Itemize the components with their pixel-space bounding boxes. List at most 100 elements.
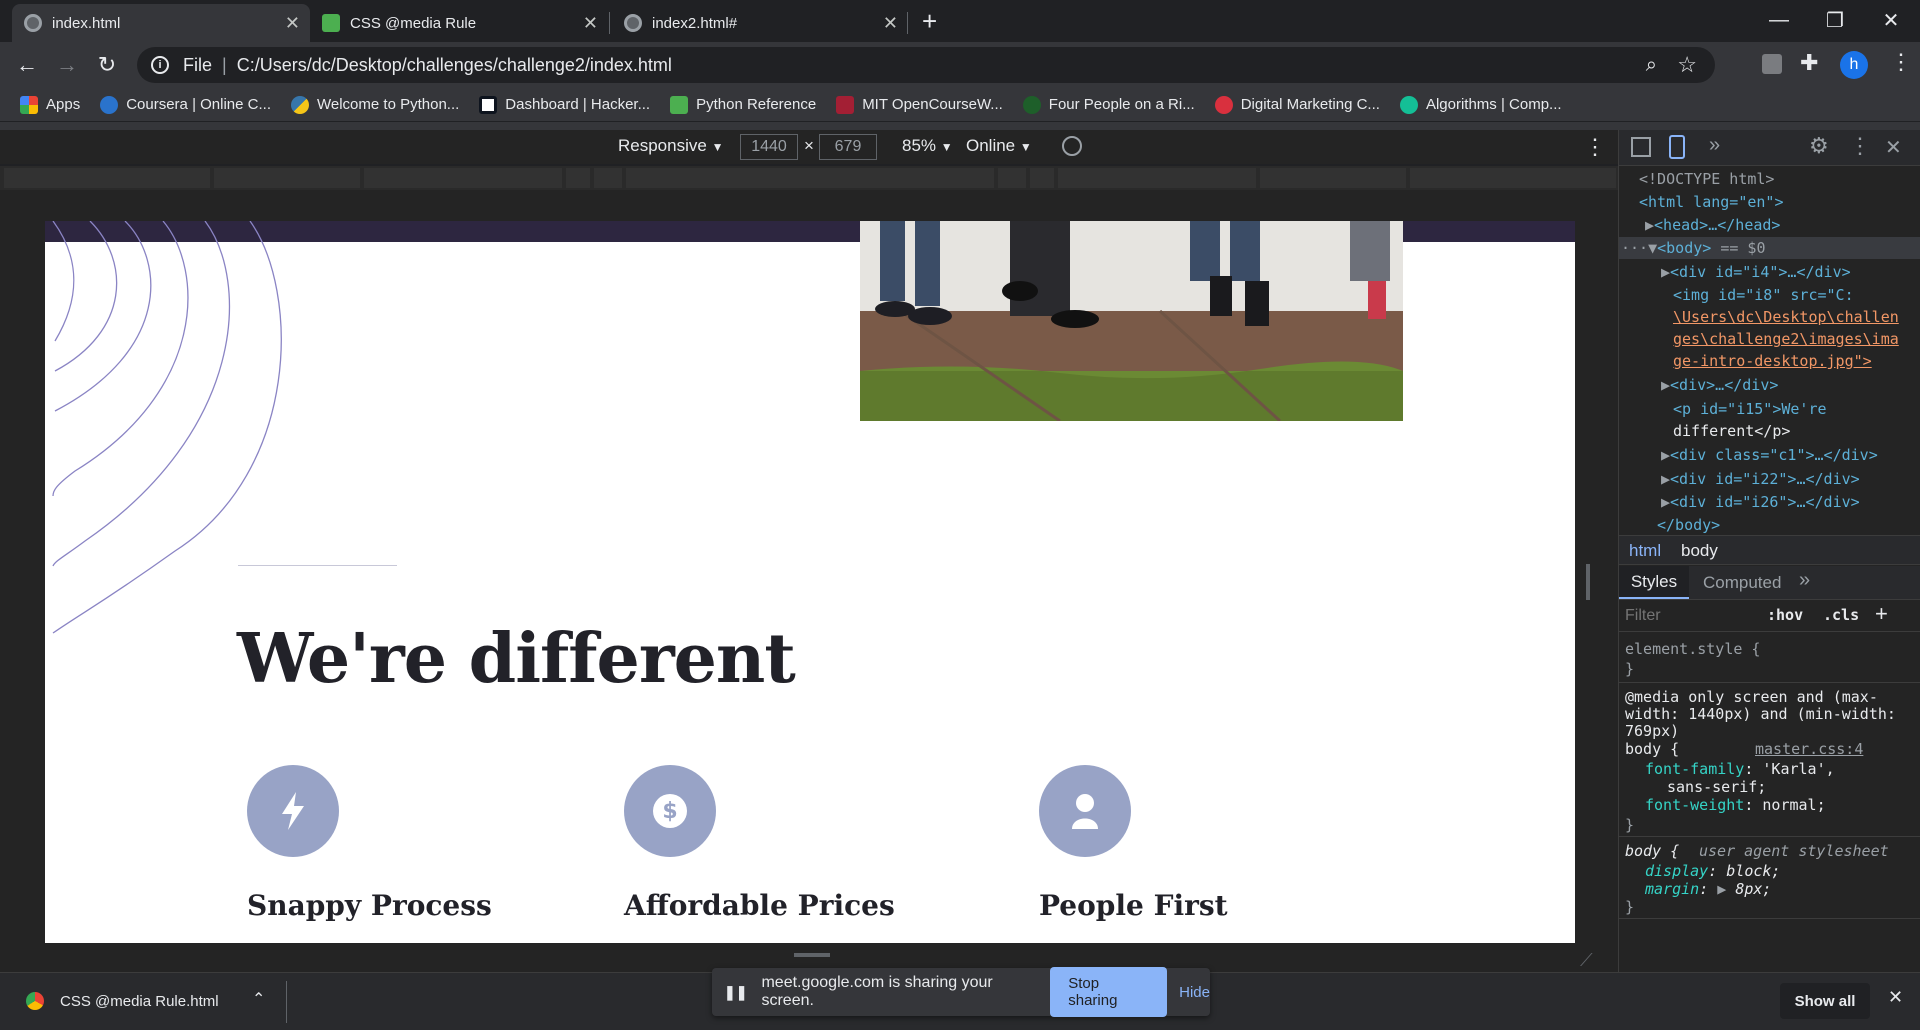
ruler-segment[interactable] xyxy=(4,168,210,188)
ruler-segment[interactable] xyxy=(1260,168,1406,188)
rule-selector[interactable]: body { xyxy=(1625,740,1679,758)
tab-computed[interactable]: Computed xyxy=(1703,573,1781,593)
dom-node[interactable]: <!DOCTYPE html> xyxy=(1639,170,1774,188)
close-tab-icon[interactable]: ✕ xyxy=(883,13,898,34)
stop-sharing-button[interactable]: Stop sharing xyxy=(1050,967,1168,1017)
tab-index-html[interactable]: index.html ✕ xyxy=(12,4,310,42)
dom-node-continuation[interactable]: \Users\dc\Desktop\challen xyxy=(1673,308,1899,326)
close-download-bar-icon[interactable]: ✕ xyxy=(1888,987,1903,1008)
viewport-height-input[interactable]: 679 xyxy=(819,134,877,160)
forward-icon[interactable]: → xyxy=(50,48,84,82)
breadcrumb-body[interactable]: body xyxy=(1681,541,1718,561)
close-window-button[interactable]: ✕ xyxy=(1863,0,1919,40)
info-icon[interactable]: i xyxy=(151,56,169,74)
tab-index2-html[interactable]: index2.html# ✕ xyxy=(612,4,908,42)
bookmark-four-people[interactable]: Four People on a Ri... xyxy=(1022,95,1195,114)
address-bar[interactable]: i File | C:/Users/dc/Desktop/challenges/… xyxy=(137,47,1715,83)
close-devtools-icon[interactable]: ✕ xyxy=(1885,135,1902,160)
hide-button[interactable]: Hide xyxy=(1179,984,1210,1001)
expand-arrow-icon[interactable]: ▶ xyxy=(1661,263,1670,281)
drag-handle-icon[interactable]: ❚❚ xyxy=(724,984,747,1001)
ruler-segment[interactable] xyxy=(1030,168,1054,188)
close-tab-icon[interactable]: ✕ xyxy=(285,13,300,34)
resize-handle-bottom[interactable] xyxy=(794,953,830,957)
expand-arrow-icon[interactable]: ▶ xyxy=(1661,446,1670,464)
extension-icon[interactable] xyxy=(1762,54,1782,74)
ruler-segment[interactable] xyxy=(214,168,360,188)
rotate-icon[interactable] xyxy=(1062,136,1082,156)
device-toggle-icon[interactable] xyxy=(1669,135,1685,159)
ruler-segment[interactable] xyxy=(1058,168,1256,188)
rule-source-link[interactable]: master.css:4 xyxy=(1755,740,1863,758)
inspect-element-icon[interactable] xyxy=(1631,137,1651,157)
dom-node[interactable]: ▶<div id="i4">…</div> xyxy=(1661,263,1851,281)
dom-node-body[interactable]: ···▼<body> == $0 xyxy=(1621,239,1766,257)
device-toolbar-menu-icon[interactable]: ⋮ xyxy=(1584,134,1606,160)
profile-avatar[interactable]: h xyxy=(1840,51,1868,79)
expand-arrow-icon[interactable]: ▶ xyxy=(1645,216,1654,234)
css-declaration[interactable]: font-weight: normal; xyxy=(1645,796,1826,814)
new-rule-icon[interactable]: + xyxy=(1875,601,1888,627)
dom-node[interactable]: </body> xyxy=(1657,516,1720,534)
ruler-segment[interactable] xyxy=(594,168,622,188)
bookmark-python-reference[interactable]: Python Reference xyxy=(670,95,816,114)
expand-arrow-icon[interactable]: ▶ xyxy=(1661,470,1670,488)
ruler-segment[interactable] xyxy=(1410,168,1616,188)
element-style-selector[interactable]: element.style { xyxy=(1625,640,1760,658)
bookmark-python[interactable]: Welcome to Python... xyxy=(291,95,459,114)
dom-node[interactable]: <p id="i15">We're xyxy=(1673,400,1827,418)
settings-gear-icon[interactable]: ⚙ xyxy=(1809,133,1829,159)
ruler-segment[interactable] xyxy=(364,168,562,188)
ruler-segment[interactable] xyxy=(566,168,590,188)
bookmark-apps[interactable]: Apps xyxy=(20,95,80,114)
expand-arrow-icon[interactable]: ▶ xyxy=(1661,376,1670,394)
breadcrumb-html[interactable]: html xyxy=(1629,541,1661,561)
class-toggle[interactable]: .cls xyxy=(1823,606,1859,624)
dom-node-continuation[interactable]: different</p> xyxy=(1673,422,1790,440)
dom-node[interactable]: ▶<div class="c1">…</div> xyxy=(1661,446,1878,464)
viewport-width-input[interactable]: 1440 xyxy=(740,134,798,160)
bookmark-star-icon[interactable]: ☆ xyxy=(1677,52,1697,78)
zoom-select[interactable]: 85% ▼ xyxy=(902,136,953,156)
dom-node[interactable]: ▶<div id="i22">…</div> xyxy=(1661,470,1860,488)
ruler-segment[interactable] xyxy=(998,168,1026,188)
resize-handle-right[interactable] xyxy=(1586,564,1590,600)
show-all-button[interactable]: Show all xyxy=(1780,983,1870,1019)
reload-icon[interactable]: ↻ xyxy=(90,48,124,82)
close-tab-icon[interactable]: ✕ xyxy=(583,13,598,34)
styles-filter-input[interactable] xyxy=(1625,604,1755,628)
tab-styles[interactable]: Styles xyxy=(1619,566,1689,599)
ruler-segment[interactable] xyxy=(626,168,994,188)
expand-arrow-icon[interactable]: ▶ xyxy=(1661,493,1670,511)
dom-node[interactable]: <html lang="en"> xyxy=(1639,193,1784,211)
bookmark-digital-marketing[interactable]: Digital Marketing C... xyxy=(1214,95,1380,114)
bookmark-coursera[interactable]: Coursera | Online C... xyxy=(100,95,271,114)
bookmark-hackerrank[interactable]: Dashboard | Hacker... xyxy=(479,95,650,114)
rule-selector[interactable]: body { xyxy=(1625,842,1679,860)
download-filename[interactable]: CSS @media Rule.html xyxy=(60,993,219,1010)
more-tabs-icon[interactable]: » xyxy=(1709,134,1720,157)
collapse-arrow-icon[interactable]: ▼ xyxy=(1648,239,1657,257)
dom-node-head[interactable]: ▶<head>…</head> xyxy=(1645,216,1780,234)
chevron-up-icon[interactable]: ⌃ xyxy=(252,989,265,1009)
css-declaration[interactable]: font-family: 'Karla', xyxy=(1645,760,1835,778)
tab-css-media-rule[interactable]: CSS @media Rule ✕ xyxy=(310,4,608,42)
minimize-button[interactable]: — xyxy=(1751,0,1807,40)
expand-arrow-icon[interactable]: ▶ xyxy=(1717,880,1726,898)
bookmark-mit-ocw[interactable]: MIT OpenCourseW... xyxy=(836,95,1003,114)
chrome-menu-icon[interactable]: ⋮ xyxy=(1890,49,1912,75)
zoom-icon[interactable]: ⌕ xyxy=(1646,54,1657,77)
new-tab-icon[interactable]: + xyxy=(922,6,937,37)
more-tabs-icon[interactable]: » xyxy=(1799,569,1810,592)
hover-state-toggle[interactable]: :hov xyxy=(1767,606,1803,624)
dom-node-continuation[interactable]: ges\challenge2\images\ima xyxy=(1673,330,1899,348)
puzzle-extensions-icon[interactable]: ✚ xyxy=(1800,50,1818,76)
bookmark-algorithms[interactable]: Algorithms | Comp... xyxy=(1399,95,1562,114)
address-text[interactable]: C:/Users/dc/Desktop/challenges/challenge… xyxy=(237,55,672,76)
dom-node[interactable]: ▶<div>…</div> xyxy=(1661,376,1778,394)
maximize-button[interactable]: ❐ xyxy=(1807,0,1863,40)
devtools-menu-icon[interactable]: ⋮ xyxy=(1849,133,1871,159)
device-mode-select[interactable]: Responsive ▼ xyxy=(618,136,723,156)
css-declaration[interactable]: display: block; xyxy=(1645,862,1780,880)
dom-node-continuation[interactable]: ge-intro-desktop.jpg"> xyxy=(1673,352,1872,370)
